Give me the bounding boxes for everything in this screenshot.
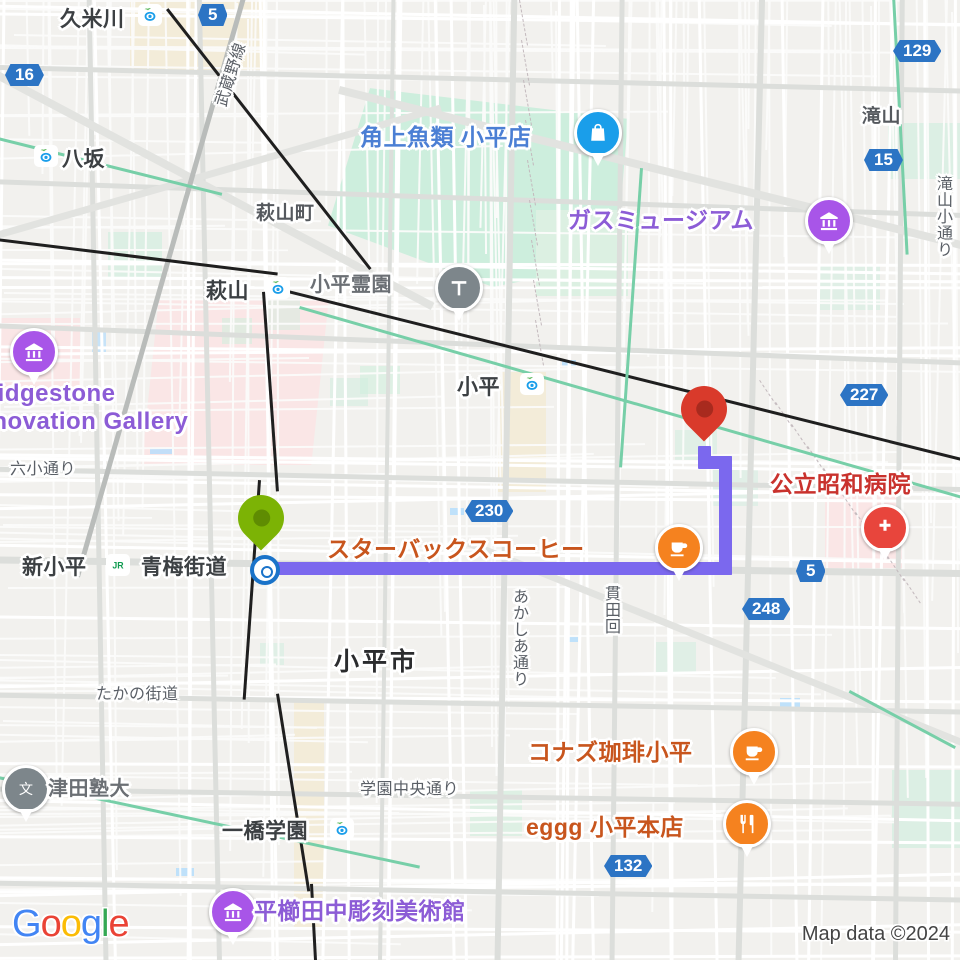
road-segment xyxy=(8,586,586,589)
road-segment xyxy=(647,0,651,358)
road-segment xyxy=(0,615,960,632)
route-shield[interactable]: 5 xyxy=(796,560,826,582)
google-logo-letter: g xyxy=(80,903,102,945)
poi-marker-shopping[interactable] xyxy=(574,109,622,166)
route-segment-jog-vertical xyxy=(698,446,711,466)
poi-label: 津田塾大 xyxy=(48,778,130,800)
route-shield[interactable]: 230 xyxy=(465,500,514,522)
poi-label: 小平霊園 xyxy=(310,274,392,296)
station-label: 一橋学園 xyxy=(222,820,308,843)
poi-label: 角上魚類 小平店 xyxy=(360,124,532,150)
route-shield[interactable]: 248 xyxy=(742,598,791,620)
route-shield[interactable]: 5 xyxy=(198,4,228,26)
seibu-railway-icon[interactable] xyxy=(330,818,354,840)
street-label: あかしあ通り xyxy=(510,588,527,687)
station-label: 新小平 xyxy=(22,556,87,579)
poi-marker-museum[interactable] xyxy=(209,888,257,945)
origin-pin-dot xyxy=(248,505,274,531)
road-segment xyxy=(14,33,607,47)
poi-label: BridgestoneInnovation Gallery xyxy=(0,380,189,435)
route-shield[interactable]: 15 xyxy=(864,149,903,171)
boundary-dash xyxy=(519,0,528,46)
poi-marker-school[interactable]: 文 xyxy=(2,765,50,822)
green-belt-line-6 xyxy=(848,690,956,749)
seibu-railway-icon[interactable] xyxy=(266,277,290,299)
road-segment xyxy=(325,0,328,220)
street-label: 学園中央通り xyxy=(360,781,460,798)
road-segment xyxy=(546,0,554,82)
station-label: 久米川 xyxy=(60,8,125,31)
road-segment xyxy=(0,835,960,845)
google-logo-letter: G xyxy=(12,903,42,945)
street-label: 六小通り xyxy=(10,461,77,478)
map-attribution: Map data ©2024 xyxy=(801,923,950,945)
road-segment xyxy=(0,64,960,95)
google-logo[interactable]: Google xyxy=(12,903,130,946)
road-segment xyxy=(0,115,268,118)
road-segment xyxy=(0,762,960,769)
poi-marker-restaurant[interactable] xyxy=(723,800,771,857)
poi-label: ガスミュージアム xyxy=(568,207,754,233)
poi-marker-cafe[interactable] xyxy=(730,728,778,785)
poi-label: eggg 小平本店 xyxy=(526,814,684,840)
road-segment xyxy=(826,0,830,85)
poi-marker-museum[interactable] xyxy=(805,197,853,254)
subway-station-icon[interactable] xyxy=(250,555,280,585)
road-segment xyxy=(848,0,862,702)
google-logo-letter: o xyxy=(40,903,62,945)
google-logo-letter: o xyxy=(60,903,82,945)
svg-text:文: 文 xyxy=(19,782,33,798)
route-shield[interactable]: 129 xyxy=(893,40,942,62)
station-label: 青梅街道 xyxy=(141,556,227,579)
green-patch xyxy=(656,642,696,674)
route-shield[interactable]: 16 xyxy=(5,64,44,86)
map-canvas[interactable]: 文 角上魚類 小平店ガスミュージアム小平霊園 BridgestoneInnovat… xyxy=(0,0,960,960)
boundary-dash xyxy=(903,578,921,604)
area-label: 萩山町 xyxy=(256,203,315,224)
station-label: 小平 xyxy=(457,376,500,399)
area-label: 滝山 xyxy=(862,106,902,127)
poi-label: コナズ珈琲小平 xyxy=(528,739,693,765)
road-segment xyxy=(0,954,960,960)
poi-label: 平櫛田中彫刻美術館 xyxy=(254,898,466,924)
poi-marker-cemetery[interactable] xyxy=(435,264,483,321)
google-logo-letter: e xyxy=(108,903,129,945)
street-label: たかの街道 xyxy=(96,686,179,703)
pond xyxy=(150,448,172,454)
seibu-railway-icon[interactable] xyxy=(34,145,58,167)
boundary-dash xyxy=(535,320,544,366)
poi-label: スターバックスコーヒー xyxy=(327,536,585,562)
road-segment xyxy=(0,322,949,325)
poi-marker-cafe[interactable] xyxy=(655,524,703,581)
route-segment-vertical xyxy=(719,456,732,575)
destination-pin-dot xyxy=(691,396,717,422)
poi-marker-hospital[interactable] xyxy=(861,504,909,561)
seibu-railway-icon[interactable] xyxy=(520,373,544,395)
area-label: 小平市 xyxy=(334,648,419,676)
station-label: 八坂 xyxy=(62,148,105,171)
route-shield[interactable]: 227 xyxy=(840,384,889,406)
street-label: 貫田回 xyxy=(602,585,619,635)
road-segment xyxy=(0,516,153,519)
seibu-railway-icon[interactable] xyxy=(138,4,162,26)
svg-text:JR: JR xyxy=(112,561,124,571)
route-shield[interactable]: 132 xyxy=(604,855,653,877)
poi-label: 公立昭和病院 xyxy=(770,471,911,497)
poi-marker-museum[interactable] xyxy=(10,328,58,385)
station-label: 萩山 xyxy=(206,280,249,303)
jr-railway-icon[interactable]: JR xyxy=(106,554,130,576)
street-label: 滝山小通り xyxy=(934,175,951,258)
